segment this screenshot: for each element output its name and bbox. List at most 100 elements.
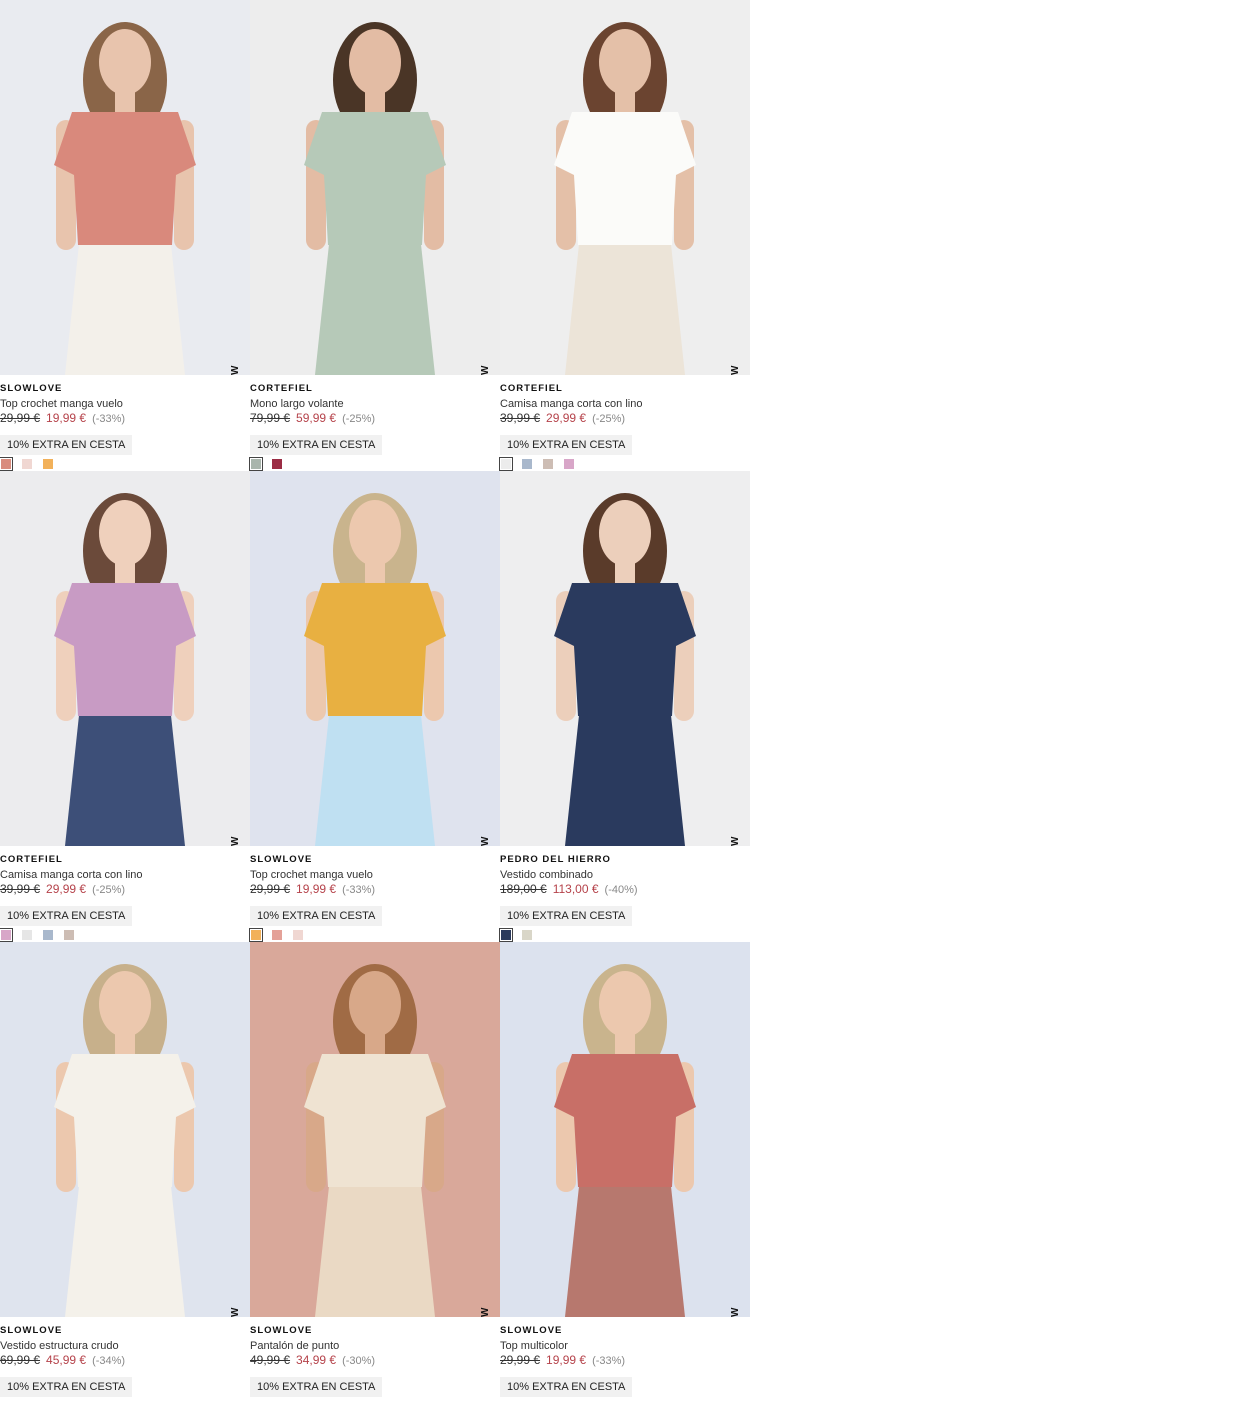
promo-badge: 10% EXTRA EN CESTA (0, 435, 133, 455)
product-image[interactable]: NEW (0, 0, 250, 375)
product-brand: SLOWLOVE (250, 854, 313, 865)
product-info: CORTEFIEL Camisa manga corta con lino 39,9… (500, 383, 750, 455)
model-illustration (0, 471, 250, 846)
product-info: SLOWLOVE Pantalón de punto 49,99 € 34,99 € (… (250, 1325, 500, 1397)
color-swatch[interactable] (43, 459, 53, 469)
sale-price: 45,99 € (46, 1353, 87, 1367)
new-badge: NEW (730, 365, 741, 375)
model-illustration (500, 471, 750, 846)
product-card[interactable]: NEW SLOWLOVE Pantalón de punto49,99 € 34,99… (250, 942, 500, 1413)
product-name[interactable]: Top crochet manga vuelo (250, 868, 500, 882)
color-swatch[interactable] (543, 459, 553, 469)
sale-price: 19,99 € (546, 1353, 587, 1367)
color-swatch[interactable] (522, 459, 532, 469)
price-row: 79,99 € 59,99 € (-25%) (250, 411, 500, 426)
product-image[interactable]: NEW (250, 942, 500, 1317)
sale-price: 19,99 € (296, 882, 337, 896)
original-price: 29,99 € (250, 882, 291, 896)
product-info: CORTEFIEL Camisa manga corta con lino 39,9… (0, 854, 250, 926)
price-row: 69,99 € 45,99 € (-34%) (0, 1353, 250, 1368)
color-swatch[interactable] (272, 459, 282, 469)
color-swatches (499, 457, 584, 471)
color-swatches (499, 928, 542, 942)
product-name[interactable]: Camisa manga corta con lino (0, 868, 250, 882)
original-price: 69,99 € (0, 1353, 41, 1367)
product-name[interactable]: Camisa manga corta con lino (500, 397, 750, 411)
color-swatches (249, 457, 292, 471)
product-name[interactable]: Pantalón de punto (250, 1339, 500, 1353)
product-image[interactable]: NEW (250, 0, 500, 375)
color-swatch[interactable] (22, 459, 32, 469)
product-card[interactable]: NEW CORTEFIEL Mono largo volante79,99 € 59,… (249, 0, 500, 471)
original-price: 29,99 € (0, 411, 41, 425)
color-swatch[interactable] (43, 930, 53, 940)
product-image[interactable]: NEW (0, 471, 250, 846)
product-name[interactable]: Vestido estructura crudo (0, 1339, 250, 1353)
color-swatch[interactable] (499, 457, 513, 471)
product-brand: CORTEFIEL (0, 854, 63, 865)
sale-price: 34,99 € (296, 1353, 337, 1367)
product-name[interactable]: Top multicolor (500, 1339, 750, 1353)
new-badge: NEW (730, 1307, 741, 1317)
product-info: CORTEFIEL Mono largo volante 79,99 € 59,99 … (250, 383, 500, 455)
product-card[interactable]: NEW SLOWLOVE Top multicolor29,99 € 19,99 € (… (500, 942, 750, 1413)
model-illustration (500, 942, 750, 1317)
sale-price: 113,00 € (552, 882, 599, 896)
color-swatch[interactable] (0, 928, 13, 942)
color-swatch[interactable] (64, 930, 74, 940)
product-image[interactable]: NEW (250, 471, 500, 846)
original-price: 29,99 € (500, 1353, 541, 1367)
product-card[interactable]: NEW SLOWLOVE Top crochet manga vuelo29,99 … (249, 471, 500, 942)
product-card[interactable]: NEW SLOWLOVE Vestido estructura crudo69,99… (0, 942, 250, 1413)
product-image[interactable]: NEW (500, 471, 750, 846)
product-image[interactable]: NEW (500, 942, 750, 1317)
price-row: 29,99 € 19,99 € (-33%) (250, 882, 500, 897)
promo-badge: 10% EXTRA EN CESTA (500, 906, 633, 926)
original-price: 39,99 € (500, 411, 541, 425)
price-row: 189,00 € 113,00 € (-40%) (500, 882, 750, 897)
product-name[interactable]: Top crochet manga vuelo (0, 397, 250, 411)
product-info: SLOWLOVE Top multicolor 29,99 € 19,99 € (-33… (500, 1325, 750, 1397)
product-brand: SLOWLOVE (250, 1325, 313, 1336)
color-swatch[interactable] (564, 459, 574, 469)
sale-price: 29,99 € (46, 882, 87, 896)
color-swatches (0, 457, 63, 471)
promo-badge: 10% EXTRA EN CESTA (0, 906, 133, 926)
color-swatch[interactable] (249, 928, 263, 942)
original-price: 189,00 € (500, 882, 547, 896)
color-swatch[interactable] (22, 930, 32, 940)
product-brand: CORTEFIEL (250, 383, 313, 394)
product-name[interactable]: Mono largo volante (250, 397, 500, 411)
price-row: 49,99 € 34,99 € (-30%) (250, 1353, 500, 1368)
product-card[interactable]: NEW CORTEFIEL Camisa manga corta con lino3… (0, 471, 250, 942)
promo-badge: 10% EXTRA EN CESTA (250, 1377, 383, 1397)
color-swatch[interactable] (499, 928, 513, 942)
product-info: SLOWLOVE Vestido estructura crudo 69,99 € 4… (0, 1325, 250, 1397)
promo-badge: 10% EXTRA EN CESTA (500, 435, 633, 455)
color-swatch[interactable] (272, 930, 282, 940)
product-image[interactable]: NEW (500, 0, 750, 375)
product-card[interactable]: NEW SLOWLOVE Top crochet manga vuelo29,99 … (0, 0, 250, 471)
promo-badge: 10% EXTRA EN CESTA (500, 1377, 633, 1397)
model-illustration (0, 0, 250, 375)
discount-percent: (-40%) (604, 884, 638, 896)
model-illustration (500, 0, 750, 375)
price-row: 29,99 € 19,99 € (-33%) (0, 411, 250, 426)
original-price: 39,99 € (0, 882, 41, 896)
color-swatch[interactable] (0, 457, 13, 471)
model-illustration (250, 0, 500, 375)
product-card[interactable]: NEW PEDRO DEL HIERRO Vestido combinado189,… (499, 471, 750, 942)
price-row: 29,99 € 19,99 € (-33%) (500, 1353, 750, 1368)
color-swatch[interactable] (522, 930, 532, 940)
discount-percent: (-33%) (342, 884, 376, 896)
product-card[interactable]: NEW CORTEFIEL Camisa manga corta con lino3… (499, 0, 750, 471)
product-image[interactable]: NEW (0, 942, 250, 1317)
color-swatch[interactable] (293, 930, 303, 940)
sale-price: 19,99 € (46, 411, 87, 425)
color-swatch[interactable] (249, 457, 263, 471)
promo-badge: 10% EXTRA EN CESTA (250, 906, 383, 926)
product-name[interactable]: Vestido combinado (500, 868, 750, 882)
product-info: SLOWLOVE Top crochet manga vuelo 29,99 € 19… (0, 383, 250, 455)
color-swatches (0, 928, 84, 942)
product-info: SLOWLOVE Top crochet manga vuelo 29,99 € 19… (250, 854, 500, 926)
